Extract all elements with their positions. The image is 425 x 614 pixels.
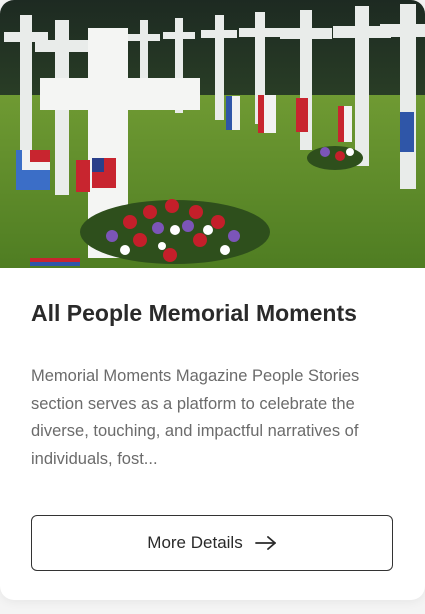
arrow-right-icon	[254, 536, 276, 550]
memorial-card: All People Memorial Moments Memorial Mom…	[0, 0, 425, 600]
card-description: Memorial Moments Magazine People Stories…	[31, 367, 360, 468]
card-title: All People Memorial Moments	[31, 300, 357, 326]
more-details-label: More Details	[147, 533, 243, 552]
more-details-button[interactable]: More Details	[31, 515, 393, 571]
hero-image	[0, 0, 425, 268]
